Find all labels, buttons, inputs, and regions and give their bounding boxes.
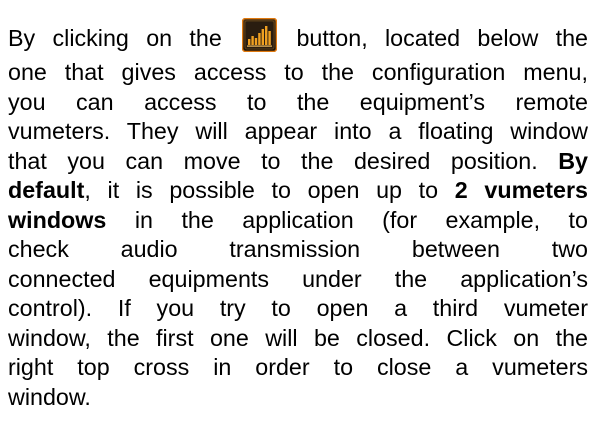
text-line-7: windows in the application (for example,… (8, 206, 588, 236)
document-paragraph: By clicking on the button, located below… (8, 18, 588, 412)
text-line-1: By clicking on the button, located below… (8, 18, 588, 58)
text-line-11: window, the first one will be closed. Cl… (8, 324, 588, 351)
text-line-5: that you can move to the desired positio… (8, 147, 588, 177)
text-segment: By clicking on the (8, 25, 222, 51)
bold-text: By (558, 147, 588, 174)
text-segment: that you can move to the desired positio… (8, 147, 538, 174)
text-line-4: vumeters. They will appear into a floati… (8, 118, 588, 144)
text-segment: in the application (for example, to (134, 206, 588, 233)
text-line-13: window. (8, 383, 91, 410)
text-line-8: check audio transmission between two (8, 236, 588, 262)
text-line-6: default, it is possible to open up to 2 … (8, 176, 588, 206)
text-line-2: one that gives access to the configurati… (8, 59, 588, 85)
text-line-9: connected equipments under the applicati… (8, 265, 588, 292)
text-line-3: you can access to the equipment’s remote (8, 88, 588, 115)
bold-text: windows (8, 206, 107, 233)
bold-text: default (8, 177, 85, 203)
bold-text: 2 vumeters (454, 177, 588, 203)
vumeter-button-icon (242, 18, 278, 52)
text-line-10: control). If you try to open a third vum… (8, 295, 588, 321)
text-segment: button, located below the (296, 25, 588, 51)
text-line-12: right top cross in order to close a vume… (8, 354, 588, 380)
text-segment: , it is possible to open up to (84, 177, 439, 203)
